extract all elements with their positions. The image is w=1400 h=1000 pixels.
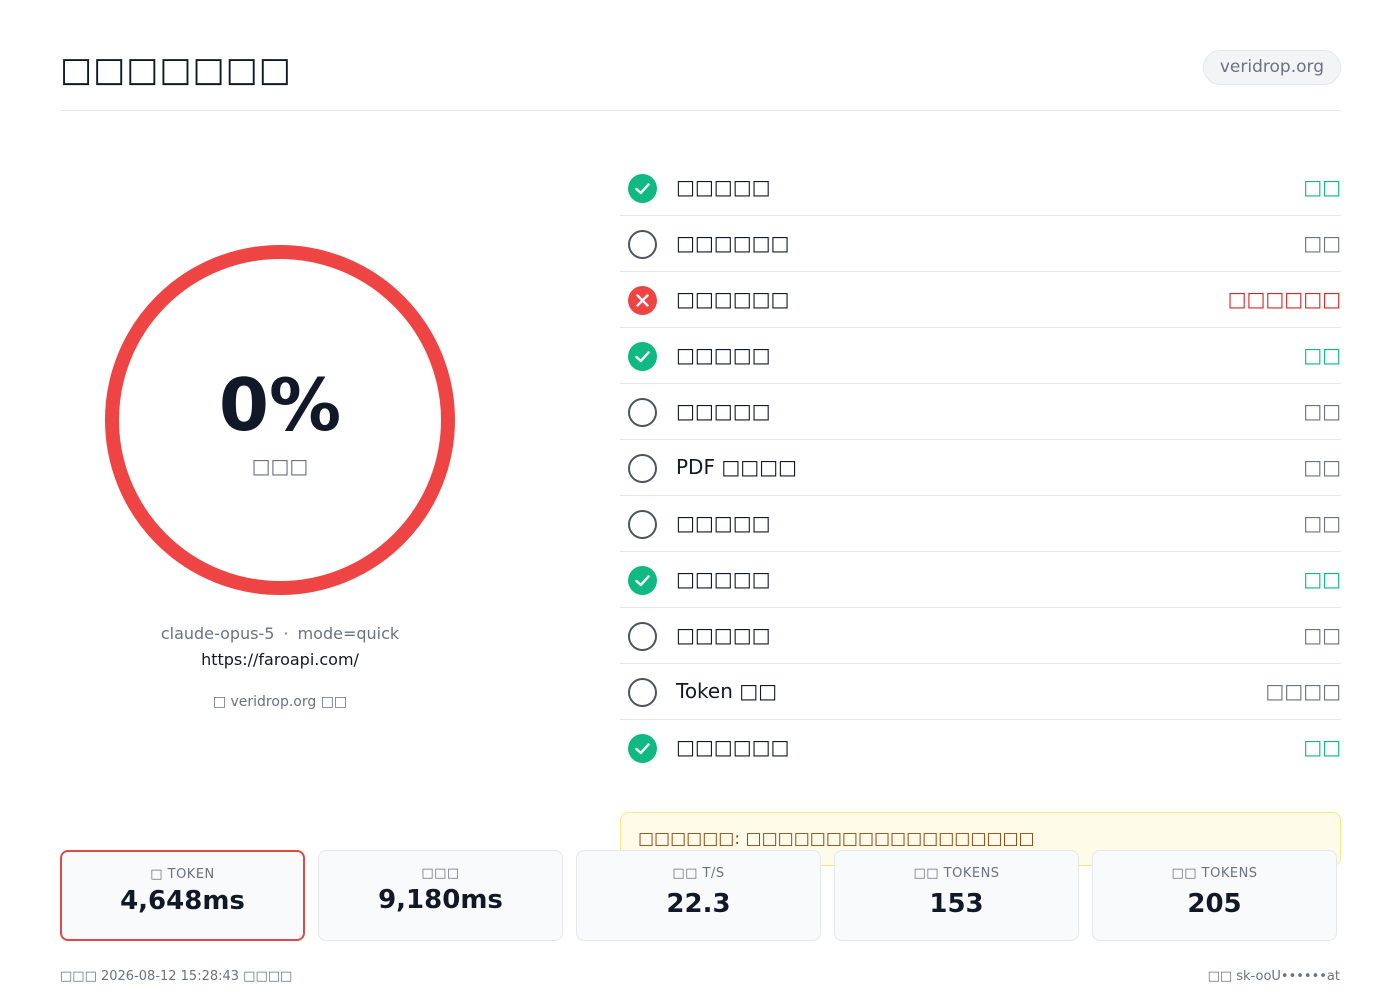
score-gauge: 0% □□□ [105,245,455,595]
model-separator: · [283,624,289,643]
check-circle-icon [628,566,657,595]
model-info: claude-opus-5 · mode=quick [60,624,500,643]
warning-text: □□□□□□: □□□□□□□□□□□□□□□□□□ [638,829,1035,849]
stat-label: □□ TOKENS [913,866,1000,881]
stat-value: 4,648ms [120,886,245,916]
stat-card-tps: □□ T/S 22.3 [576,850,821,941]
stat-value: 153 [929,889,984,919]
circle-outline-icon [628,454,657,483]
check-row: □□□□□ □□ [620,608,1341,664]
score-label: □□□ [251,454,309,478]
check-name: □□□□□ [676,567,771,591]
check-name: □□□□□ [676,511,771,535]
circle-outline-icon [628,678,657,707]
footer-timestamp: □□□ 2026-08-12 15:28:43 □□□□ [60,969,293,984]
stat-value: 22.3 [666,889,731,919]
check-row: □□□□□ □□ [620,328,1341,384]
summary-panel: 0% □□□ claude-opus-5 · mode=quick https://… [60,130,500,730]
check-row: Token □□ □□□□ [620,664,1341,720]
check-name: □□□□□ [676,399,771,423]
stat-card-ttft: □ TOKEN 4,648ms [60,850,305,941]
check-row: □□□□□ □□ [620,384,1341,440]
page-title: □□□□□□□ [60,50,292,90]
check-status: □□□□□□ [1227,287,1341,311]
check-row: □□□□□□ □□ [620,720,1341,776]
check-row: □□□□□ □□ [620,160,1341,216]
check-name: □□□□□□ [676,231,790,255]
check-row: PDF □□□□ □□ [620,440,1341,496]
stats-bar: □ TOKEN 4,648ms □□□ 9,180ms □□ T/S 22.3 … [60,850,1340,941]
stat-label: □ TOKEN [150,867,215,882]
stat-card-output-tokens: □□ TOKENS 205 [1092,850,1337,941]
check-name: □□□□□□ [676,735,790,759]
check-row: □□□□□□ □□ [620,216,1341,272]
check-row: □□□□□ □□ [620,496,1341,552]
check-circle-icon [628,174,657,203]
score-value: 0% [218,363,342,447]
check-status: □□ [1303,175,1341,199]
check-name: □□□□□□ [676,287,790,311]
check-name: □□□□□ [676,343,771,367]
check-status: □□ [1303,735,1341,759]
endpoint-url: https://faroapi.com/ [201,650,359,669]
mode-value: mode=quick [297,624,400,643]
check-name: □□□□□ [676,175,771,199]
domain-badge[interactable]: veridrop.org [1202,50,1341,85]
circle-outline-icon [628,622,657,651]
stat-label: □□□ [421,866,460,881]
check-name: □□□□□ [676,623,771,647]
check-list: □□□□□ □□ □□□□□□ □□ □□□□□□ □□□□□□ □□□□□ □□ □□… [620,160,1341,776]
check-status: □□ [1303,623,1341,647]
check-status: □□ [1303,567,1341,591]
footer-api-key: □□ sk-ooU••••••at [1207,969,1340,984]
x-circle-icon [628,286,657,315]
stat-label: □□ TOKENS [1171,866,1258,881]
powered-by[interactable]: □ veridrop.org □□ [60,694,500,710]
stat-card-input-tokens: □□ TOKENS 153 [834,850,1079,941]
check-name: Token □□ [676,679,778,703]
check-name: PDF □□□□ [676,455,797,479]
check-row: □□□□□ □□ [620,552,1341,608]
check-status: □□ [1303,511,1341,535]
check-circle-icon [628,342,657,371]
stat-value: 9,180ms [378,885,503,915]
circle-outline-icon [628,510,657,539]
stat-card-total-time: □□□ 9,180ms [318,850,563,941]
stat-value: 205 [1187,889,1242,919]
circle-outline-icon [628,398,657,427]
stat-label: □□ T/S [672,866,725,881]
check-status: □□ [1303,343,1341,367]
check-status: □□ [1303,231,1341,255]
check-status: □□ [1303,399,1341,423]
check-circle-icon [628,734,657,763]
model-name: claude-opus-5 [160,624,275,643]
circle-outline-icon [628,230,657,259]
check-row: □□□□□□ □□□□□□ [620,272,1341,328]
check-status: □□□□ [1265,679,1341,703]
check-status: □□ [1303,455,1341,479]
page-header: □□□□□□□ veridrop.org [60,40,1341,111]
